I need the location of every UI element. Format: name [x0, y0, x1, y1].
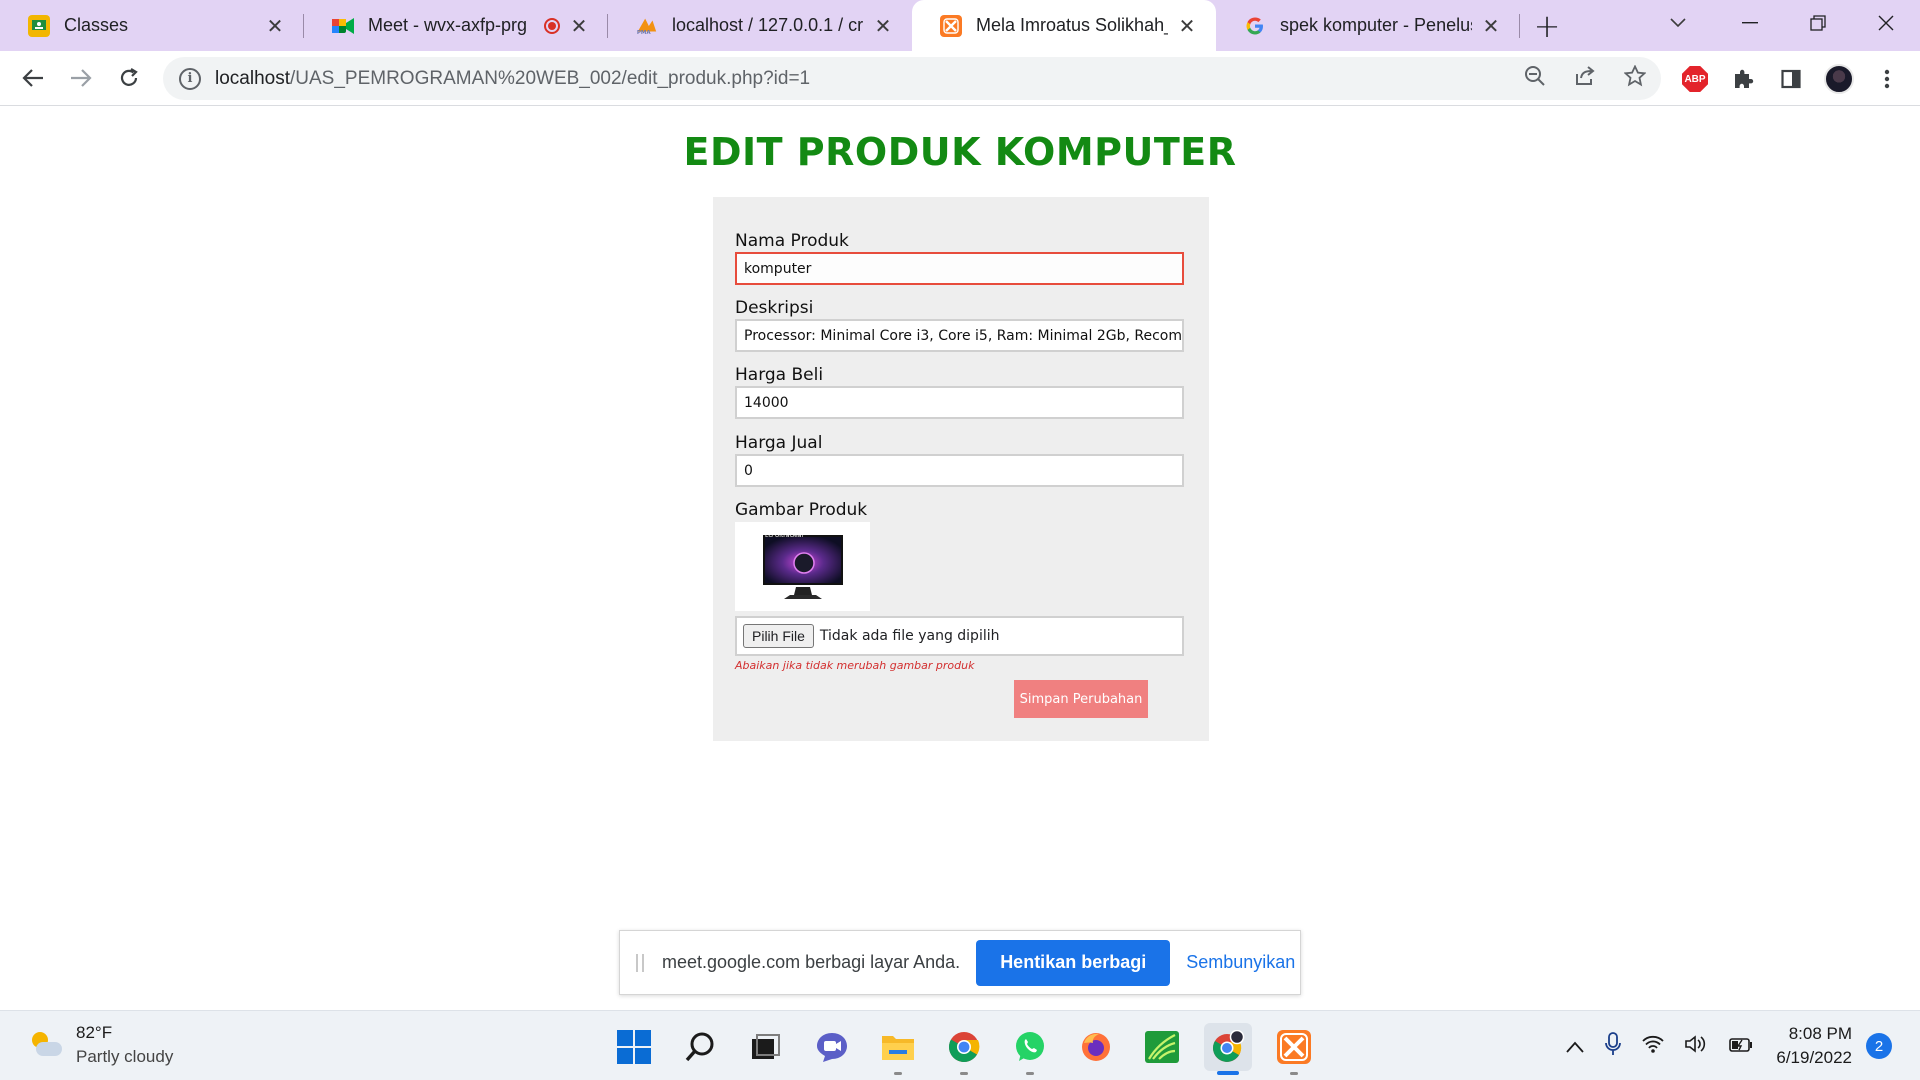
- tab-mela[interactable]: Mela Imroatus Solikhah_0 ✕: [912, 0, 1216, 51]
- active-indicator: [1217, 1071, 1239, 1075]
- restore-button[interactable]: [1784, 0, 1852, 45]
- phpmyadmin-icon: PMA: [636, 15, 658, 37]
- reload-button[interactable]: [105, 54, 153, 102]
- tab-title: spek komputer - Penelusuran: [1280, 15, 1472, 35]
- search-icon[interactable]: [676, 1023, 724, 1071]
- deskripsi-label: Deskripsi: [735, 298, 814, 318]
- product-image: LG UltraGear: [735, 522, 870, 611]
- side-panel-icon[interactable]: [1771, 59, 1811, 99]
- address-bar[interactable]: i localhost/UAS_PEMROGRAMAN%20WEB_002/ed…: [163, 57, 1661, 100]
- product-image-brand: LG UltraGear: [765, 532, 804, 539]
- harga-beli-input[interactable]: 14000: [735, 386, 1184, 419]
- weather-widget[interactable]: 82°F Partly cloudy: [28, 1021, 173, 1069]
- xampp-icon: [940, 14, 962, 37]
- google-icon: [1244, 15, 1266, 37]
- weather-temperature: 82°F: [76, 1023, 113, 1042]
- google-classroom-icon: [28, 14, 50, 37]
- taskbar: 82°F Partly cloudy 8:08 PM 6/19/2022 2: [0, 1010, 1920, 1080]
- zoom-out-icon[interactable]: [1523, 65, 1547, 93]
- weather-condition: Partly cloudy: [76, 1047, 174, 1066]
- system-tray: 8:08 PM 6/19/2022 2: [1556, 1011, 1920, 1080]
- tab-meet[interactable]: Meet - wvx-axfp-prg ✕: [304, 0, 608, 51]
- tab-title: Mela Imroatus Solikhah_0: [976, 15, 1168, 35]
- microphone-icon[interactable]: [1604, 1031, 1622, 1061]
- close-window-button[interactable]: [1852, 0, 1920, 45]
- avatar: [1824, 64, 1854, 94]
- notification-badge[interactable]: 2: [1866, 1033, 1892, 1059]
- chevron-up-icon[interactable]: [1566, 1034, 1585, 1058]
- close-icon[interactable]: ✕: [1176, 14, 1198, 38]
- tab-title: Classes: [64, 15, 129, 35]
- xampp-taskbar-icon[interactable]: [1270, 1023, 1318, 1075]
- wifi-icon[interactable]: [1642, 1034, 1665, 1058]
- minimize-button[interactable]: [1716, 0, 1784, 45]
- extensions-puzzle-icon[interactable]: [1723, 59, 1763, 99]
- choose-file-button[interactable]: Pilih File: [743, 624, 814, 648]
- drag-handle-icon[interactable]: [636, 953, 644, 972]
- save-changes-button[interactable]: Simpan Perubahan: [1014, 680, 1148, 718]
- task-view-icon[interactable]: [742, 1023, 790, 1071]
- close-icon[interactable]: ✕: [1480, 14, 1502, 38]
- battery-icon[interactable]: [1728, 1034, 1754, 1058]
- tab-google-search[interactable]: spek komputer - Penelusuran ✕: [1216, 0, 1520, 51]
- teams-chat-icon[interactable]: [808, 1023, 856, 1071]
- edit-product-form: Nama Produk komputer Deskripsi Processor…: [713, 197, 1209, 741]
- tab-strip: Classes ✕ Meet - wvx-axfp-prg ✕ PMA loca…: [0, 0, 1920, 51]
- whatsapp-icon[interactable]: [1006, 1023, 1054, 1075]
- share-message: meet.google.com berbagi layar Anda.: [662, 952, 961, 972]
- clock-time: 8:08 PM: [1788, 1024, 1852, 1043]
- nama-produk-label: Nama Produk: [735, 231, 849, 251]
- tab-phpmyadmin[interactable]: PMA localhost / 127.0.0.1 / crud ✕: [608, 0, 912, 51]
- running-indicator: [1026, 1072, 1034, 1075]
- site-info-icon[interactable]: i: [179, 67, 201, 90]
- file-input[interactable]: Pilih File Tidak ada file yang dipilih: [735, 616, 1184, 656]
- tab-classes[interactable]: Classes ✕: [0, 0, 304, 51]
- harga-beli-label: Harga Beli: [735, 365, 824, 385]
- volume-icon[interactable]: [1684, 1034, 1708, 1059]
- close-icon[interactable]: ✕: [568, 14, 590, 38]
- hide-share-bar-button[interactable]: Sembunyikan: [1186, 952, 1295, 973]
- close-icon[interactable]: ✕: [872, 14, 894, 38]
- browser-toolbar: i localhost/UAS_PEMROGRAMAN%20WEB_002/ed…: [0, 51, 1920, 106]
- stop-sharing-button[interactable]: Hentikan berbagi: [976, 939, 1171, 986]
- google-meet-icon: [332, 15, 354, 37]
- partly-cloudy-icon: [28, 1030, 62, 1060]
- url-text: localhost/UAS_PEMROGRAMAN%20WEB_002/edit…: [215, 67, 811, 89]
- page-title: EDIT PRODUK KOMPUTER: [683, 130, 1237, 174]
- recording-icon: [544, 17, 560, 34]
- running-indicator: [894, 1072, 902, 1075]
- chrome-profile-active-icon[interactable]: [1204, 1023, 1252, 1075]
- running-indicator: [960, 1072, 968, 1075]
- back-button[interactable]: [9, 54, 57, 102]
- sublime-camtasia-icon[interactable]: [1138, 1023, 1186, 1071]
- chevron-down-icon[interactable]: [1654, 0, 1702, 45]
- nama-produk-input[interactable]: komputer: [735, 252, 1184, 285]
- image-hint-text: Abaikan jika tidak merubah gambar produk: [735, 659, 975, 672]
- profile-avatar[interactable]: [1819, 59, 1859, 99]
- gambar-produk-label: Gambar Produk: [735, 500, 868, 520]
- tab-title: localhost / 127.0.0.1 / crud: [672, 15, 864, 35]
- close-icon[interactable]: ✕: [264, 14, 286, 38]
- clock-date: 6/19/2022: [1776, 1048, 1852, 1067]
- share-icon[interactable]: [1573, 65, 1597, 93]
- windows-start-icon[interactable]: [610, 1023, 658, 1071]
- deskripsi-input[interactable]: Processor: Minimal Core i3, Core i5, Ram…: [735, 319, 1184, 352]
- screen-share-bar: meet.google.com berbagi layar Anda. Hent…: [619, 930, 1301, 995]
- svg-text:PMA: PMA: [637, 30, 652, 36]
- new-tab-button[interactable]: +: [1520, 0, 1574, 51]
- tab-title: Meet - wvx-axfp-prg: [368, 15, 528, 35]
- harga-jual-label: Harga Jual: [735, 433, 823, 453]
- firefox-icon[interactable]: [1072, 1023, 1120, 1071]
- running-indicator: [1290, 1072, 1298, 1075]
- harga-jual-input[interactable]: 0: [735, 454, 1184, 487]
- adblock-plus-icon[interactable]: ABP: [1675, 59, 1715, 99]
- bookmark-star-icon[interactable]: [1623, 63, 1647, 93]
- forward-button[interactable]: [57, 54, 105, 102]
- chrome-icon[interactable]: [940, 1023, 988, 1075]
- menu-kebab-icon[interactable]: [1867, 59, 1907, 99]
- file-status-text: Tidak ada file yang dipilih: [819, 628, 1000, 644]
- file-explorer-icon[interactable]: [874, 1023, 922, 1075]
- clock[interactable]: 8:08 PM 6/19/2022: [1776, 1022, 1852, 1070]
